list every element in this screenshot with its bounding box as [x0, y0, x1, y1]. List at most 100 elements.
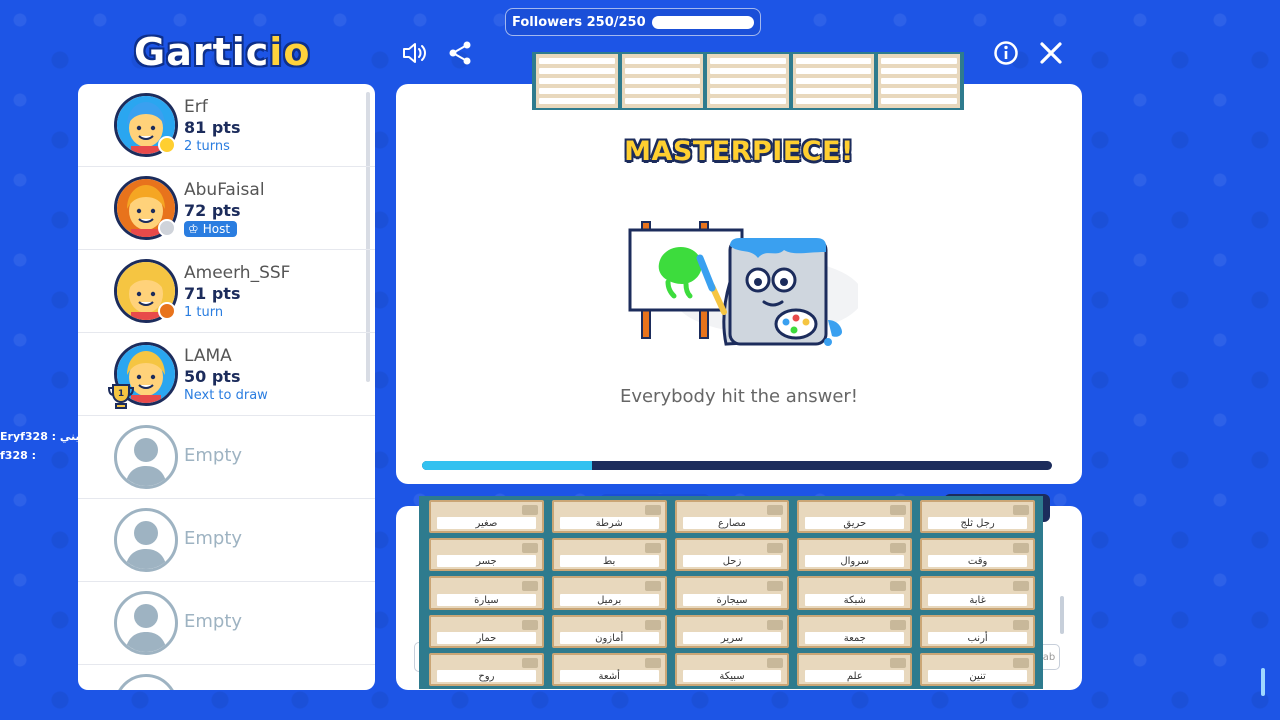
empty-slot: Empty: [78, 499, 375, 582]
info-icon[interactable]: [991, 38, 1021, 68]
word-text: جسر: [476, 556, 497, 568]
word-card-chip: [644, 505, 661, 515]
word-card-chip: [521, 543, 538, 554]
trophy-icon: 1: [107, 384, 135, 409]
word-card: زحل: [674, 538, 790, 572]
word-card: سبيكة: [674, 652, 790, 686]
word-text: شبكة: [843, 594, 866, 606]
word-card-chip: [890, 619, 907, 630]
host-label: Host: [202, 222, 231, 236]
word-card: جمعة: [797, 614, 913, 648]
round-progress: [422, 461, 1052, 470]
crown-icon: ♔: [188, 222, 199, 236]
mini-word-line: [624, 58, 701, 64]
player-points: 72 pts: [184, 201, 241, 220]
word-card-chip: [1013, 505, 1029, 515]
word-card-chip: [644, 619, 661, 630]
round-progress-fill: [422, 461, 593, 470]
player-status: Next to draw: [184, 388, 268, 403]
drawing-board: MASTERPIECE! Everybody hit the answer!: [396, 84, 1082, 484]
close-icon[interactable]: [1036, 38, 1066, 68]
word-text: علم: [846, 671, 863, 682]
word-text: حريق: [843, 518, 867, 530]
word-card-chip: [767, 505, 784, 515]
word-card-chip: [644, 581, 661, 592]
word-card: برميل: [551, 576, 667, 610]
empty-avatar-icon: [114, 425, 178, 489]
share-icon[interactable]: [445, 38, 475, 68]
word-text: سبيكة: [719, 671, 745, 682]
result-title: MASTERPIECE!: [624, 136, 854, 167]
player-row[interactable]: Ameerh_SSF 71 pts 1 turn: [78, 250, 375, 333]
empty-avatar-icon: [114, 591, 178, 655]
word-text: أرنب: [967, 632, 988, 644]
sound-icon[interactable]: [400, 38, 430, 68]
mini-word-line: [710, 88, 786, 94]
word-text: غابة: [969, 594, 986, 606]
mini-word-line: [710, 68, 786, 74]
side-chat: Eryf328 : بايزيني f328 :: [0, 430, 99, 468]
mini-word-line: [624, 98, 701, 104]
word-card: أمازون: [551, 614, 667, 648]
followers-meter: Followers 250/250: [505, 8, 761, 36]
chat-line: f328 :: [0, 449, 36, 462]
player-status: 1 turn: [184, 305, 224, 320]
word-text: رجل ثلج: [960, 518, 995, 530]
word-text: وقت: [967, 556, 988, 568]
player-name: Erf: [184, 97, 208, 117]
word-card: حمار: [429, 614, 544, 648]
answer-scrollbar[interactable]: [1060, 596, 1064, 634]
word-text: أمازون: [595, 632, 624, 644]
word-text: سرير: [720, 632, 744, 644]
empty-slot-label: Empty: [184, 445, 243, 466]
player-row[interactable]: 1 LAMA 50 pts Next to draw: [78, 333, 375, 416]
mini-word-column: [792, 54, 875, 108]
word-card-chip: [521, 505, 538, 515]
player-status-dot: [158, 302, 176, 320]
word-card: أشعة: [551, 652, 667, 686]
word-text: سيارة: [474, 594, 499, 606]
word-card-chip: [890, 505, 907, 515]
mini-word-line: [881, 98, 957, 104]
mini-word-line: [795, 78, 872, 84]
mini-word-line: [710, 78, 786, 84]
word-text: شرطة: [595, 518, 623, 530]
followers-label: Followers 250/250: [512, 14, 646, 30]
word-card-chip: [767, 581, 784, 592]
word-text: زحل: [722, 556, 742, 568]
player-row[interactable]: Erf 81 pts 2 turns: [78, 84, 375, 167]
word-text: برميل: [597, 594, 622, 606]
logo-suffix: io: [269, 30, 311, 74]
mini-word-column: [878, 54, 960, 108]
mini-word-column: [707, 54, 789, 108]
empty-slot: [78, 665, 375, 690]
chat-line: Eryf328 : بايزيني: [0, 430, 99, 443]
word-card-chip: [1013, 543, 1029, 554]
word-card: جسر: [429, 538, 544, 572]
mini-word-line: [881, 88, 957, 94]
word-text: تنين: [969, 671, 986, 682]
mini-word-line: [539, 68, 615, 74]
corner-indicator: [1261, 668, 1265, 696]
word-text: سيجارة: [716, 594, 748, 606]
word-text: بط: [603, 556, 616, 568]
mini-word-line: [539, 98, 615, 104]
mini-word-column: [621, 54, 704, 108]
player-status: 2 turns: [184, 139, 230, 154]
result-message: Everybody hit the answer!: [619, 386, 859, 407]
mini-word-line: [710, 98, 786, 104]
word-card-chip: [890, 657, 907, 668]
word-card-chip: [644, 543, 661, 554]
player-name: Ameerh_SSF: [184, 263, 291, 283]
empty-avatar-icon: [114, 674, 178, 690]
mini-word-line: [539, 58, 615, 64]
player-row[interactable]: AbuFaisal 72 pts ♔ Host: [78, 167, 375, 250]
word-text: سروال: [840, 556, 870, 568]
word-text: مصارع: [718, 518, 746, 530]
logo-main: Gartic: [134, 30, 270, 74]
svg-text:1: 1: [118, 389, 124, 399]
player-name: AbuFaisal: [184, 180, 265, 200]
mini-word-line: [881, 78, 957, 84]
mini-word-line: [795, 68, 872, 74]
empty-slot: Empty: [78, 582, 375, 665]
